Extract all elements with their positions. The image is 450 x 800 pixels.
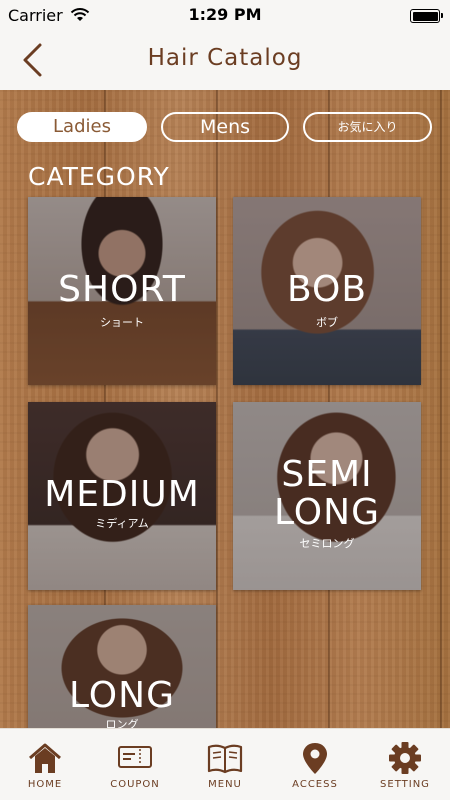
category-subtitle: ロング — [105, 718, 139, 728]
tab-setting[interactable]: SETTING — [360, 729, 450, 800]
tab-setting-label: SETTING — [380, 779, 430, 790]
navigation-bar: Hair Catalog — [0, 32, 450, 90]
segment-favorites-label: お気に入り — [337, 120, 398, 134]
category-card-medium[interactable]: MEDIUM ミディアム — [28, 402, 216, 590]
category-title: SHORT — [58, 269, 186, 310]
tab-access-label: ACCESS — [292, 779, 338, 790]
tab-bar: HOME COUPON MENU ACCESS SETTING — [0, 728, 450, 800]
category-card-semi-long[interactable]: SEMI LONG セミロング — [233, 402, 421, 590]
segment-mens-label: Mens — [199, 116, 251, 138]
tab-home-label: HOME — [27, 779, 63, 790]
category-card-short[interactable]: SHORT ショート — [28, 197, 216, 385]
category-heading: CATEGORY — [28, 162, 170, 191]
category-subtitle: ショート — [100, 316, 144, 329]
segment-favorites[interactable]: お気に入り — [303, 112, 432, 142]
map-pin-icon — [303, 743, 327, 774]
segment-mens[interactable]: Mens — [161, 112, 289, 142]
category-subtitle: ボブ — [316, 316, 338, 329]
category-title: LONG — [69, 675, 175, 716]
page-title: Hair Catalog — [147, 45, 303, 71]
category-title-line1: SEMI — [281, 454, 373, 495]
category-subtitle: ミディアム — [95, 517, 149, 530]
segment-ladies[interactable]: Ladies — [17, 112, 147, 142]
coupon-icon — [118, 746, 152, 768]
category-card-long[interactable]: LONG ロング — [28, 605, 216, 728]
menu-book-icon — [207, 744, 243, 774]
segment-ladies-label: Ladies — [53, 116, 111, 137]
category-title: BOB — [286, 269, 368, 310]
tab-coupon-label: COUPON — [110, 779, 160, 790]
home-icon — [29, 743, 61, 773]
tab-coupon[interactable]: COUPON — [90, 729, 180, 800]
category-subtitle: セミロング — [299, 537, 355, 550]
clock: 1:29 PM — [188, 5, 262, 24]
gear-icon — [389, 742, 421, 774]
tab-menu-label: MENU — [208, 779, 242, 790]
tab-menu[interactable]: MENU — [180, 729, 270, 800]
status-bar: Carrier 1:29 PM — [0, 0, 450, 32]
tab-home[interactable]: HOME — [0, 729, 90, 800]
battery-icon — [410, 9, 443, 23]
category-title: MEDIUM — [44, 474, 200, 515]
tab-access[interactable]: ACCESS — [270, 729, 360, 800]
category-title-line2: LONG — [274, 492, 380, 533]
category-card-bob[interactable]: BOB ボブ — [233, 197, 421, 385]
catalog-content[interactable]: Ladies Mens お気に入り CATEGORY SHORT ショート BO… — [0, 90, 450, 728]
